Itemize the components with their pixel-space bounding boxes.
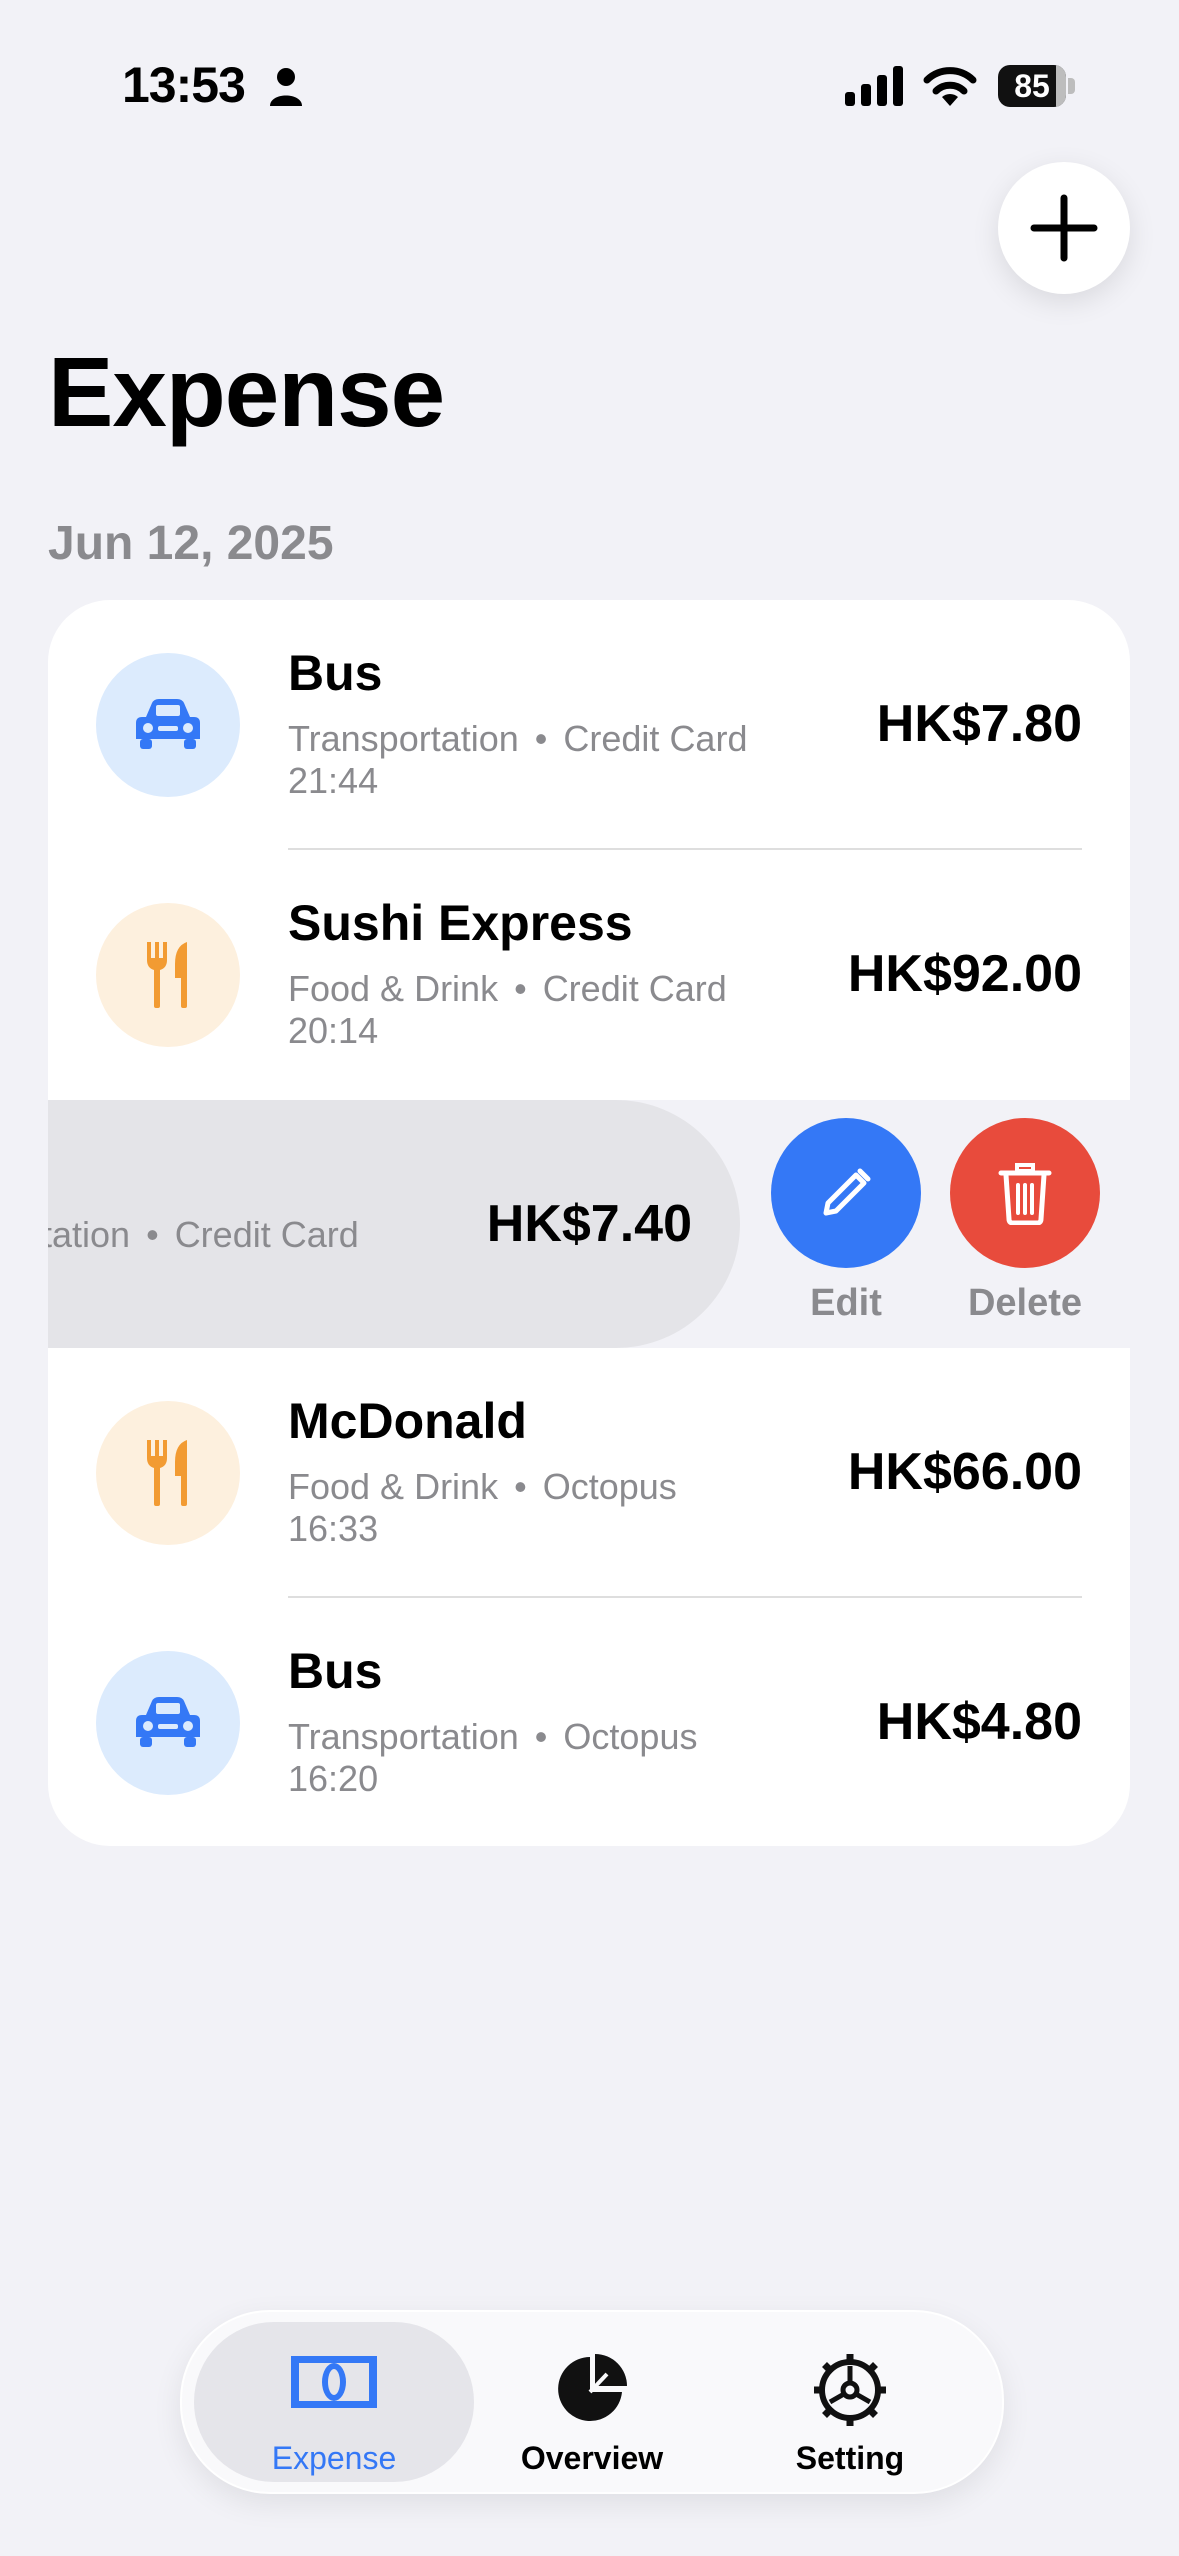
category-icon-badge: [96, 653, 240, 797]
pencil-icon: [823, 1168, 871, 1216]
fork-knife-icon: [147, 942, 187, 1008]
edit-button[interactable]: Edit: [771, 1118, 921, 1325]
expense-category: Transportation: [288, 718, 519, 759]
expense-row[interactable]: Bus Transportation • Credit Card 21:44 HK$…: [48, 600, 1130, 850]
category-icon-badge: [96, 1651, 240, 1795]
expense-payment: Octopus: [563, 1716, 698, 1757]
tab-label: Expense: [271, 2440, 397, 2476]
expense-details: Transportation • Octopus: [288, 1716, 698, 1757]
expense-title: McDonald: [288, 1393, 527, 1449]
delete-button[interactable]: Delete: [950, 1118, 1100, 1325]
gear-icon: [814, 2354, 886, 2426]
expense-category: Transportation: [288, 1716, 519, 1757]
battery-level: 85: [1014, 68, 1050, 104]
battery-indicator: 85: [998, 65, 1076, 107]
tab-label: Setting: [795, 2440, 905, 2476]
add-expense-button[interactable]: [998, 162, 1130, 294]
tab-expense[interactable]: Expense: [194, 2322, 474, 2482]
expense-time: 21:44: [288, 760, 379, 801]
expense-payment: Credit Card: [542, 968, 727, 1009]
expense-amount: HK$4.80: [876, 1693, 1082, 1751]
expense-payment: Credit Card: [563, 718, 748, 759]
status-time: 13:53: [122, 57, 246, 113]
page-title: Expense: [48, 337, 445, 447]
expense-category: Food & Drink: [288, 1466, 499, 1507]
section-date-header: Jun 12, 2025: [48, 517, 334, 570]
person-icon: [270, 68, 302, 106]
fork-knife-icon: [147, 1440, 187, 1506]
expense-payment: Octopus: [542, 1466, 677, 1507]
expense-details: Food & Drink • Octopus: [288, 1466, 677, 1507]
expense-details: tation • Credit Card: [48, 1214, 359, 1256]
expense-title: Sushi Express: [288, 895, 633, 951]
expense-row[interactable]: Sushi Express Food & Drink • Credit Card 2…: [48, 850, 1130, 1100]
car-icon: [136, 699, 200, 749]
category-icon-badge: [96, 1401, 240, 1545]
expense-row[interactable]: Bus Transportation • Octopus 16:20 HK$4.80: [48, 1598, 1130, 1846]
banknote-icon: [291, 2356, 377, 2408]
cellular-signal-icon: [845, 66, 903, 106]
tab-label: Overview: [520, 2440, 664, 2476]
tab-setting[interactable]: Setting: [710, 2322, 990, 2482]
expense-category: Food & Drink: [288, 968, 499, 1009]
trash-icon: [998, 1163, 1052, 1225]
expense-details: Food & Drink • Credit Card: [288, 968, 727, 1009]
plus-icon: [1030, 194, 1098, 262]
expense-amount: HK$66.00: [847, 1443, 1082, 1501]
expense-time: 16:20: [288, 1758, 379, 1799]
tab-bar: Expense Overview Setting: [180, 2310, 1004, 2494]
expense-payment: Credit Card: [174, 1214, 359, 1255]
expense-title: Bus: [288, 1643, 383, 1699]
wifi-icon: [923, 67, 977, 106]
car-icon: [136, 1697, 200, 1747]
swiped-expense-row[interactable]: tation • Credit Card HK$7.40 Edit Delete: [48, 1100, 1130, 1348]
expense-amount: HK$7.80: [876, 695, 1082, 753]
expense-list: Bus Transportation • Credit Card 21:44 HK$…: [48, 600, 1130, 1846]
expense-amount: HK$92.00: [847, 945, 1082, 1003]
expense-row[interactable]: McDonald Food & Drink • Octopus 16:33 HK$6…: [48, 1348, 1130, 1598]
category-icon-badge: [96, 903, 240, 1047]
expense-title: Bus: [288, 645, 383, 701]
expense-time: 16:33: [288, 1508, 379, 1549]
tab-overview[interactable]: Overview: [452, 2322, 732, 2482]
pie-chart-icon: [558, 2354, 627, 2421]
expense-category-partial: tation: [48, 1214, 131, 1255]
delete-label: Delete: [967, 1282, 1083, 1324]
expense-details: Transportation • Credit Card: [288, 718, 748, 759]
expense-time: 20:14: [288, 1010, 379, 1051]
edit-label: Edit: [810, 1282, 882, 1324]
expense-amount: HK$7.40: [486, 1195, 692, 1253]
status-bar: 13:53 85: [0, 0, 1179, 150]
swiped-row-content[interactable]: tation • Credit Card HK$7.40: [48, 1100, 740, 1348]
